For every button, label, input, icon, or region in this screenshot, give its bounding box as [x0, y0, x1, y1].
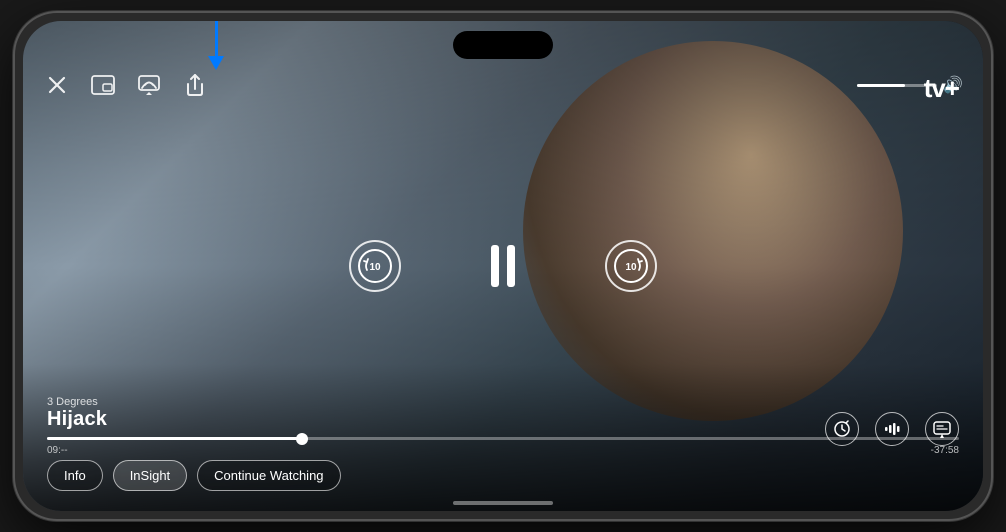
right-side-controls [825, 412, 959, 446]
title-label: Hijack [47, 408, 107, 431]
title-area: 3 Degrees Hijack [47, 396, 107, 431]
playback-speed-button[interactable] [825, 412, 859, 446]
airplay-button[interactable] [135, 71, 163, 99]
arrow-head [208, 56, 224, 70]
progress-section[interactable]: 09:-- -37:58 [47, 437, 959, 456]
appletv-logo: tv+ [922, 73, 959, 104]
forward-button[interactable]: 10 [605, 240, 657, 292]
time-current: 09:-- [47, 445, 68, 456]
subtitles-button[interactable] [925, 412, 959, 446]
screen: 🔊 tv+ 10 [23, 21, 983, 511]
picture-in-picture-button[interactable] [89, 71, 117, 99]
audio-button[interactable] [875, 412, 909, 446]
info-pill-button[interactable]: Info [47, 460, 103, 491]
power-button[interactable] [991, 153, 993, 203]
progress-fill [47, 437, 302, 440]
episode-label: 3 Degrees [47, 396, 107, 408]
continue-watching-pill-button[interactable]: Continue Watching [197, 460, 340, 491]
close-button[interactable] [43, 71, 71, 99]
pause-button[interactable] [481, 240, 525, 292]
bottom-pills: Info InSight Continue Watching [47, 460, 341, 491]
progress-knob[interactable] [296, 433, 308, 445]
insight-pill-button[interactable]: InSight [113, 460, 187, 491]
tv-plus-label: tv+ [924, 73, 959, 104]
time-labels: 09:-- -37:58 [47, 445, 959, 456]
volume-up-button[interactable] [13, 133, 15, 165]
svg-text:10: 10 [625, 262, 637, 273]
center-playback-controls: 10 10 [349, 240, 657, 292]
progress-track[interactable] [47, 437, 959, 440]
dynamic-island [453, 31, 553, 59]
home-indicator [453, 501, 553, 505]
arrow-line [215, 21, 218, 56]
top-controls-bar: 🔊 [43, 71, 963, 99]
phone-frame: 🔊 tv+ 10 [13, 11, 993, 521]
top-left-controls [43, 71, 209, 99]
pause-bar-left [491, 245, 499, 287]
volume-down-button[interactable] [13, 178, 15, 210]
airplay-arrow-indicator [208, 21, 224, 70]
share-button[interactable] [181, 71, 209, 99]
volume-fill [857, 84, 905, 87]
pause-bar-right [507, 245, 515, 287]
time-remaining: -37:58 [931, 445, 959, 456]
rewind-button[interactable]: 10 [349, 240, 401, 292]
svg-text:10: 10 [369, 262, 381, 273]
